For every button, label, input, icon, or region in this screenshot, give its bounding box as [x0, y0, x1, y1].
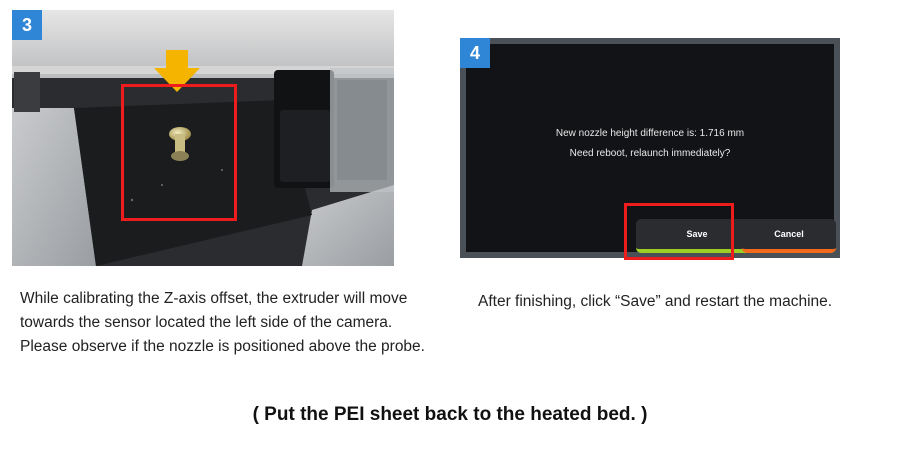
nozzle-height-message: New nozzle height difference is: 1.716 m… [555, 128, 745, 139]
pei-sheet-note: ( Put the PEI sheet back to the heated b… [252, 404, 648, 425]
step4-description: After finishing, click “Save” and restar… [478, 293, 833, 310]
step3-description: While calibrating the Z-axis offset, the… [20, 290, 425, 355]
cancel-button[interactable]: Cancel [742, 219, 836, 253]
step4-screen: New nozzle height difference is: 1.716 m… [460, 38, 840, 260]
step3-badge: 3 [12, 10, 42, 40]
save-highlight-box [624, 203, 734, 260]
reboot-prompt-message: Need reboot, relaunch immediately? [569, 148, 731, 159]
probe-highlight-box [121, 84, 237, 221]
step4-badge: 4 [460, 38, 490, 68]
step3-photo: 3 [12, 10, 394, 266]
